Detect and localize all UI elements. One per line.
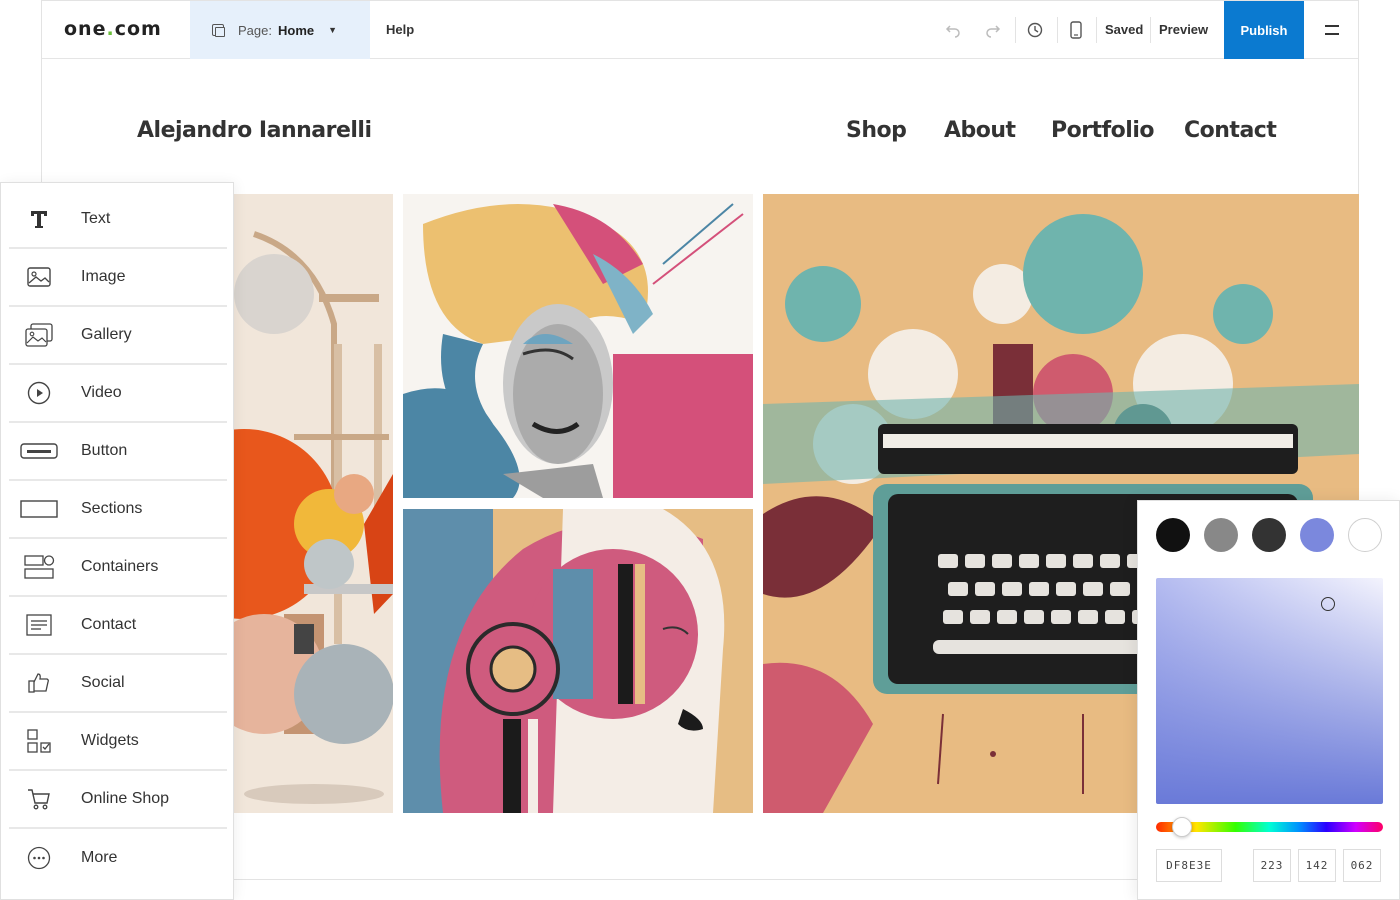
insert-panel: Text Image Gallery Video Button Sections: [0, 182, 234, 900]
panel-item-label: Sections: [81, 500, 143, 517]
saved-status: Saved: [1105, 22, 1144, 37]
social-icon: [9, 671, 69, 695]
panel-item-label: Online Shop: [81, 790, 170, 807]
nav-contact[interactable]: Contact: [1184, 118, 1277, 143]
more-icon: [9, 846, 69, 870]
page-select[interactable]: Page: Home ▼: [190, 1, 370, 59]
toolbar-divider: [1015, 17, 1016, 43]
nav-portfolio[interactable]: Portfolio: [1051, 118, 1155, 143]
hue-handle[interactable]: [1172, 817, 1192, 837]
preview-button[interactable]: Preview: [1159, 22, 1208, 37]
panel-item-more[interactable]: More: [9, 829, 227, 887]
swatch-periwinkle[interactable]: [1300, 518, 1334, 552]
one-com-logo[interactable]: one.com: [64, 18, 162, 40]
panel-item-video[interactable]: Video: [9, 365, 227, 423]
page-select-label: Page:: [238, 22, 272, 38]
panel-item-label: Widgets: [81, 732, 139, 749]
red-input[interactable]: 223: [1253, 849, 1291, 882]
panel-item-text[interactable]: Text: [9, 191, 227, 249]
image-icon: [9, 266, 69, 288]
panel-item-gallery[interactable]: Gallery: [9, 307, 227, 365]
toolbar-divider: [1057, 17, 1058, 43]
panel-item-label: Video: [81, 384, 122, 401]
panel-item-widgets[interactable]: Widgets: [9, 713, 227, 771]
panel-item-label: More: [81, 849, 118, 866]
hamburger-menu-icon[interactable]: [1325, 25, 1339, 35]
logo-main: one: [64, 18, 107, 40]
nav-about[interactable]: About: [944, 118, 1016, 143]
button-icon: [9, 442, 69, 460]
panel-item-image[interactable]: Image: [9, 249, 227, 307]
panel-item-contact[interactable]: Contact: [9, 597, 227, 655]
panel-item-button[interactable]: Button: [9, 423, 227, 481]
hue-slider[interactable]: [1156, 817, 1383, 837]
cart-icon: [9, 787, 69, 811]
contact-icon: [9, 613, 69, 637]
hex-input[interactable]: DF8E3E: [1156, 849, 1222, 882]
nav-shop[interactable]: Shop: [846, 118, 907, 143]
widgets-icon: [9, 728, 69, 754]
editor-toolbar: one.com Page: Home ▼ Help Saved Preview …: [42, 0, 1358, 59]
gallery-image-paint-face[interactable]: [403, 194, 753, 498]
undo-icon[interactable]: [943, 20, 963, 40]
site-title[interactable]: Alejandro Iannarelli: [137, 118, 372, 143]
gallery-image-spheres[interactable]: [234, 194, 393, 813]
video-icon: [9, 381, 69, 405]
panel-item-label: Containers: [81, 558, 159, 575]
chevron-down-icon: ▼: [328, 25, 338, 35]
publish-button[interactable]: Publish: [1224, 1, 1304, 59]
containers-icon: [9, 554, 69, 580]
page-select-value: Home: [277, 22, 315, 38]
history-icon[interactable]: [1025, 20, 1045, 40]
text-icon: [9, 208, 69, 230]
saturation-handle[interactable]: [1321, 597, 1335, 611]
panel-item-label: Image: [81, 268, 126, 285]
help-link[interactable]: Help: [386, 22, 414, 37]
mobile-view-icon[interactable]: [1066, 20, 1086, 40]
gallery-image-headphones[interactable]: [403, 509, 753, 813]
gallery-icon: [9, 322, 69, 348]
panel-item-label: Gallery: [81, 326, 132, 343]
saturation-area[interactable]: [1156, 578, 1383, 804]
sections-icon: [9, 499, 69, 519]
blue-input[interactable]: 062: [1343, 849, 1381, 882]
swatch-dark-gray[interactable]: [1252, 518, 1286, 552]
redo-icon[interactable]: [983, 20, 1003, 40]
swatch-black[interactable]: [1156, 518, 1190, 552]
toolbar-divider: [1096, 17, 1097, 43]
panel-item-label: Text: [81, 210, 111, 227]
green-input[interactable]: 142: [1298, 849, 1336, 882]
panel-item-containers[interactable]: Containers: [9, 539, 227, 597]
panel-item-online-shop[interactable]: Online Shop: [9, 771, 227, 829]
logo-dot: .: [106, 18, 115, 40]
panel-item-social[interactable]: Social: [9, 655, 227, 713]
toolbar-divider: [1150, 17, 1151, 43]
swatch-gray[interactable]: [1204, 518, 1238, 552]
panel-item-label: Social: [81, 674, 125, 691]
pages-icon: [212, 24, 225, 37]
panel-item-label: Contact: [81, 616, 137, 633]
logo-tail: com: [114, 18, 162, 40]
panel-item-label: Button: [81, 442, 128, 459]
panel-item-sections[interactable]: Sections: [9, 481, 227, 539]
swatch-white[interactable]: [1348, 518, 1382, 552]
color-picker: DF8E3E 223 142 062: [1137, 500, 1400, 900]
